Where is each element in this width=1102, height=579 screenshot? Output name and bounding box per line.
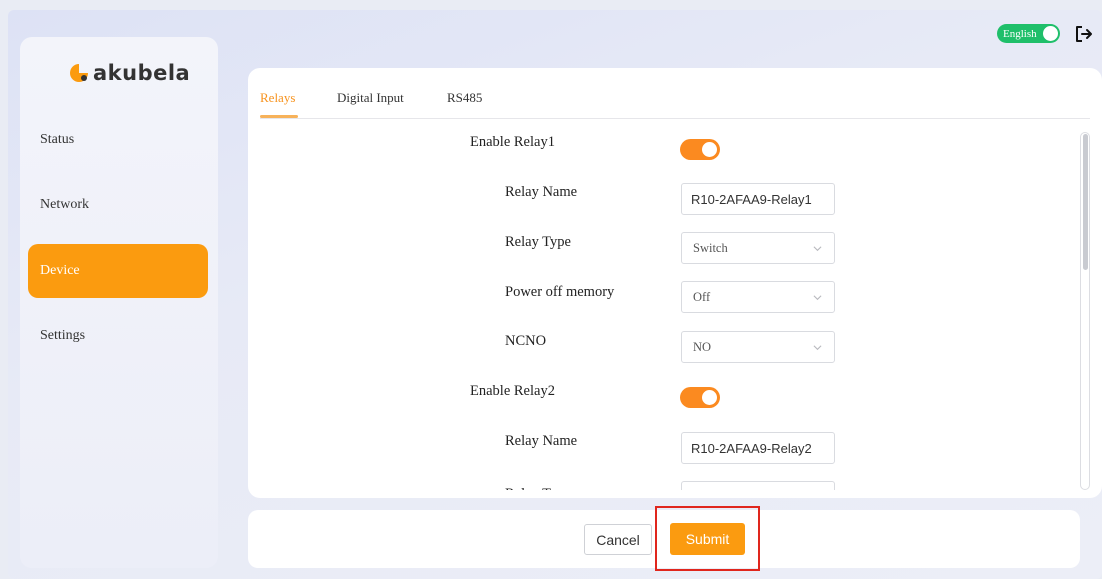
tab-bar: Relays Digital Input RS485 (260, 68, 1090, 119)
akubela-logo-icon (70, 64, 88, 82)
sidebar-item-label: Settings (40, 328, 86, 343)
sidebar-item-label: Status (40, 132, 75, 147)
chevron-down-icon (813, 295, 822, 301)
toggle-knob (702, 142, 717, 157)
sidebar-item-settings[interactable]: Settings (28, 309, 208, 363)
sidebar-item-label: Device (40, 263, 80, 278)
sidebar-item-network[interactable]: Network (28, 178, 208, 232)
submit-highlight-box (655, 506, 760, 571)
relay1-type-value: Switch (693, 240, 728, 255)
cancel-button[interactable]: Cancel (584, 524, 652, 555)
relay1-name-input[interactable]: R10-2AFAA9-Relay1 (681, 183, 835, 215)
sidebar: akubela Status Network Device Settings (20, 37, 218, 568)
brand-name: akubela (93, 61, 191, 85)
toggle-knob (702, 390, 717, 405)
relay1-memory-value: Off (693, 289, 711, 304)
relay1-ncno-select[interactable]: NO (681, 331, 835, 363)
tab-digital-input[interactable]: Digital Input (337, 90, 404, 106)
tab-rs485[interactable]: RS485 (447, 90, 482, 106)
tab-relays[interactable]: Relays (260, 90, 295, 106)
scrollbar-thumb[interactable] (1083, 134, 1088, 270)
relay1-type-label: Relay Type (505, 234, 571, 250)
active-tab-indicator (260, 115, 298, 118)
relay1-type-select[interactable]: Switch (681, 232, 835, 264)
language-label: English (1003, 27, 1037, 40)
relay1-name-label: Relay Name (505, 184, 578, 200)
sidebar-item-status[interactable]: Status (28, 113, 208, 167)
chevron-down-icon (813, 246, 822, 252)
enable-relay1-toggle[interactable] (680, 139, 720, 160)
enable-relay2-toggle[interactable] (680, 387, 720, 408)
chevron-down-icon (813, 345, 822, 351)
language-toggle-knob (1043, 26, 1058, 41)
sidebar-item-device[interactable]: Device (28, 244, 208, 298)
relay1-memory-label: Power off memory (505, 284, 615, 300)
brand-logo: akubela (68, 61, 190, 85)
language-toggle[interactable]: English (997, 24, 1060, 43)
relay2-name-label: Relay Name (505, 433, 578, 449)
relay-settings-panel: Relays Digital Input RS485 (248, 68, 1102, 498)
relay1-ncno-value: NO (693, 339, 712, 354)
relay1-ncno-label: NCNO (505, 333, 547, 349)
relay2-type-label: Relay Type (505, 484, 571, 490)
logout-icon[interactable] (1074, 24, 1094, 44)
enable-relay1-label: Enable Relay1 (470, 134, 555, 150)
enable-relay2-label: Enable Relay2 (470, 383, 555, 399)
relay2-name-input[interactable]: R10-2AFAA9-Relay2 (681, 432, 835, 464)
relay2-type-select[interactable] (681, 481, 835, 490)
relay1-memory-select[interactable]: Off (681, 281, 835, 313)
sidebar-item-label: Network (40, 197, 89, 212)
